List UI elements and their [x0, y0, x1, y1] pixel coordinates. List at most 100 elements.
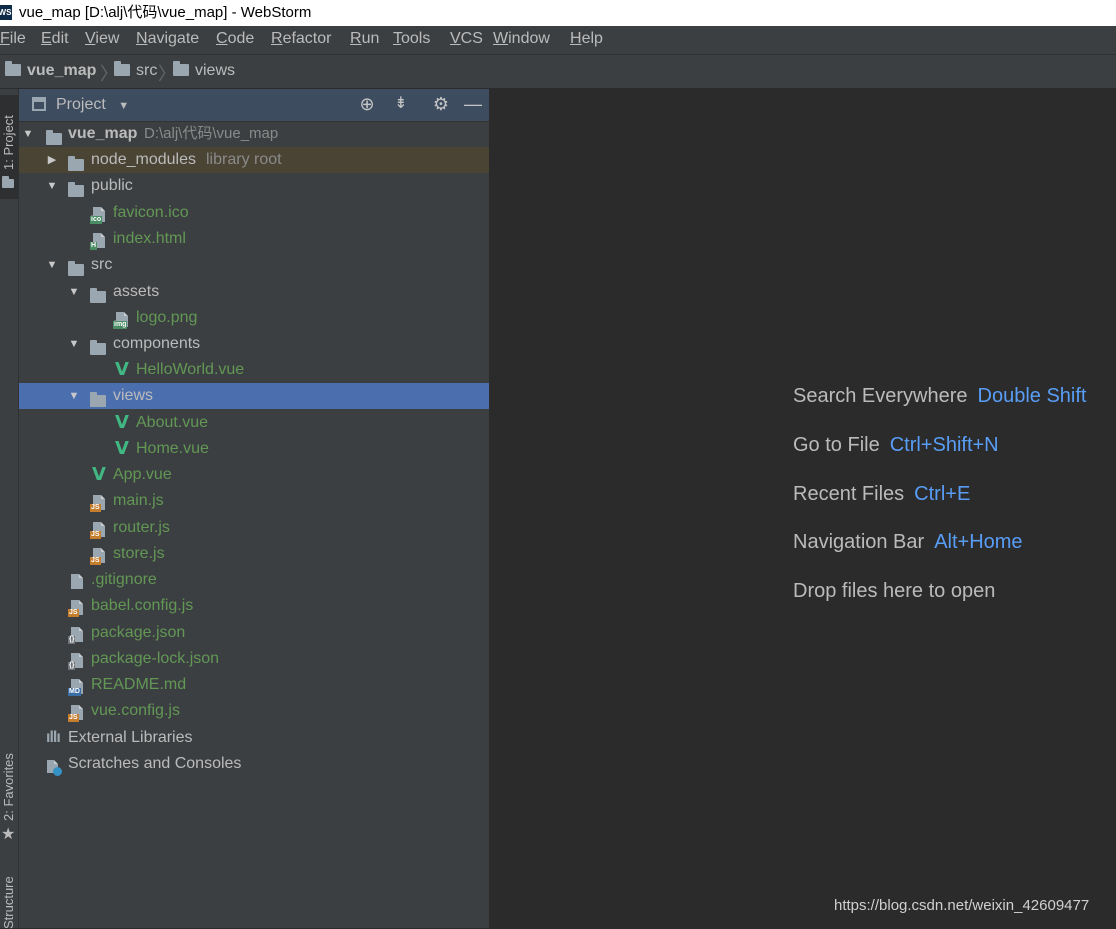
tree-label: public: [91, 177, 133, 194]
image-file-icon: ico: [90, 207, 105, 224]
menu-help[interactable]: Help: [570, 30, 603, 48]
tree-row-vue-config-js[interactable]: JS vue.config.js: [19, 698, 489, 724]
tree-row-babel-config-js[interactable]: JS babel.config.js: [19, 593, 489, 619]
tip-shortcut: Ctrl+Shift+N: [889, 434, 999, 456]
tree-label: App.vue: [113, 466, 172, 483]
tool-tab-project[interactable]: 1: Project: [0, 95, 19, 199]
tree-row-about-vue[interactable]: V About.vue: [19, 410, 489, 436]
expand-arrow-icon[interactable]: ▼: [68, 279, 80, 305]
collapse-all-icon[interactable]: ⇟: [391, 94, 411, 114]
expand-arrow-icon[interactable]: ▼: [22, 121, 34, 147]
menu-vcs[interactable]: VCS: [450, 30, 483, 48]
menu-navigate[interactable]: Navigate: [136, 30, 199, 48]
tool-tab-structure[interactable]: Structure: [0, 869, 19, 929]
tree-row-gitignore[interactable]: .gitignore: [19, 567, 489, 593]
tree-row-store-js[interactable]: JS store.js: [19, 541, 489, 567]
gear-icon[interactable]: ⚙: [431, 94, 451, 114]
tree-row-components[interactable]: ▼ components: [19, 331, 489, 357]
expand-arrow-icon[interactable]: ▼: [46, 173, 58, 199]
menu-code[interactable]: Code: [216, 30, 254, 48]
star-icon: ★: [1, 826, 16, 843]
tip-label: Search Everywhere: [793, 385, 968, 407]
tree-row-package-json[interactable]: {} package.json: [19, 620, 489, 646]
project-view-selector[interactable]: Project ▼: [56, 96, 129, 114]
vue-file-icon: V: [115, 359, 129, 380]
expand-arrow-icon[interactable]: ▼: [68, 331, 80, 357]
tip-shortcut: Double Shift: [977, 385, 1087, 407]
tree-label: Scratches and Consoles: [68, 755, 242, 772]
library-icon: ıllı: [46, 729, 61, 746]
tree-label: favicon.ico: [113, 204, 189, 221]
tree-row-node-modules[interactable]: ▶ node_modules library root: [19, 147, 489, 173]
breadcrumb-item-views[interactable]: views: [173, 61, 235, 80]
tip-shortcut: Ctrl+E: [914, 483, 971, 505]
project-panel: Project ▼ ⊕ ⇟ ⚙ — ▼ vue_map D:\alj\代码\vu…: [19, 89, 491, 928]
breadcrumb-label: src: [136, 62, 158, 79]
tip-search-everywhere: Search Everywhere Double Shift: [793, 385, 1087, 408]
tree-row-router-js[interactable]: JS router.js: [19, 515, 489, 541]
expand-arrow-icon[interactable]: ▼: [46, 252, 58, 278]
breadcrumb-item-vue-map[interactable]: vue_map: [5, 61, 96, 80]
window-title-bar: WS vue_map [D:\alj\代码\vue_map] - WebStor…: [0, 0, 1116, 26]
menu-window[interactable]: Window: [493, 30, 550, 48]
tree-label: assets: [113, 283, 160, 300]
tool-window-strip: 1: Project 2: Favorites ★ Structure: [0, 89, 19, 929]
tree-row-views[interactable]: ▼ views: [19, 383, 489, 409]
folder-icon: [114, 61, 130, 76]
tree-row-logo-png[interactable]: img logo.png: [19, 305, 489, 331]
expand-arrow-icon[interactable]: ▶: [46, 147, 58, 173]
menu-run[interactable]: Run: [350, 30, 379, 48]
tree-label: main.js: [113, 492, 164, 509]
tool-tab-favorites[interactable]: 2: Favorites ★: [0, 749, 19, 849]
text-file-icon: [71, 574, 83, 589]
menu-file[interactable]: File: [0, 30, 26, 48]
tree-label: logo.png: [136, 309, 198, 326]
minimize-icon[interactable]: —: [463, 94, 483, 114]
editor-area[interactable]: Search Everywhere Double Shift Go to File…: [493, 89, 1116, 928]
tree-row-helloworld-vue[interactable]: V HelloWorld.vue: [19, 357, 489, 383]
drop-files-hint: Drop files here to open: [793, 580, 996, 602]
tip-navigation-bar: Navigation Bar Alt+Home: [793, 531, 1023, 554]
folder-icon: [90, 340, 106, 355]
tree-row-external-libraries[interactable]: ıllı External Libraries: [19, 725, 489, 751]
scratch-icon: [47, 760, 62, 776]
tree-row-home-vue[interactable]: V Home.vue: [19, 436, 489, 462]
markdown-file-icon: MD: [68, 679, 83, 696]
tree-label: node_modules: [91, 151, 196, 168]
tree-label: babel.config.js: [91, 597, 194, 614]
menu-edit[interactable]: Edit: [41, 30, 69, 48]
tool-tab-favorites-label: 2: Favorites: [1, 753, 16, 821]
tree-row-main-js[interactable]: JS main.js: [19, 488, 489, 514]
menu-refactor[interactable]: Refactor: [271, 30, 331, 48]
tree-row-scratches[interactable]: Scratches and Consoles: [19, 751, 489, 777]
vue-file-icon: V: [92, 464, 106, 485]
tree-row-package-lock-json[interactable]: {} package-lock.json: [19, 646, 489, 672]
project-panel-header: Project ▼ ⊕ ⇟ ⚙ —: [19, 89, 489, 122]
tree-row-index-html[interactable]: H index.html: [19, 226, 489, 252]
menu-tools[interactable]: Tools: [393, 30, 430, 48]
js-file-icon: JS: [90, 495, 105, 512]
tree-row-app-vue[interactable]: V App.vue: [19, 462, 489, 488]
project-panel-title: Project: [56, 96, 106, 113]
tree-row-src[interactable]: ▼ src: [19, 252, 489, 278]
folder-icon: [2, 176, 14, 188]
breadcrumb-item-src[interactable]: src: [114, 61, 158, 80]
locate-icon[interactable]: ⊕: [357, 94, 377, 114]
vue-file-icon: V: [115, 438, 129, 459]
tree-row-vue-map[interactable]: ▼ vue_map D:\alj\代码\vue_map: [19, 121, 489, 147]
folder-icon: [68, 182, 84, 197]
tree-row-public[interactable]: ▼ public: [19, 173, 489, 199]
tree-row-favicon[interactable]: ico favicon.ico: [19, 200, 489, 226]
menu-view[interactable]: View: [85, 30, 119, 48]
tree-label: README.md: [91, 676, 187, 693]
tree-row-assets[interactable]: ▼ assets: [19, 279, 489, 305]
tree-row-readme-md[interactable]: MD README.md: [19, 672, 489, 698]
tree-label: vue.config.js: [91, 702, 180, 719]
tree-label: package-lock.json: [91, 650, 220, 667]
folder-icon: [90, 392, 106, 407]
tool-tab-structure-label: Structure: [1, 876, 16, 929]
tree-label: External Libraries: [68, 729, 193, 746]
webstorm-app-icon: WS: [0, 5, 12, 20]
tree-label: package.json: [91, 624, 186, 641]
expand-arrow-icon[interactable]: ▼: [68, 383, 80, 409]
